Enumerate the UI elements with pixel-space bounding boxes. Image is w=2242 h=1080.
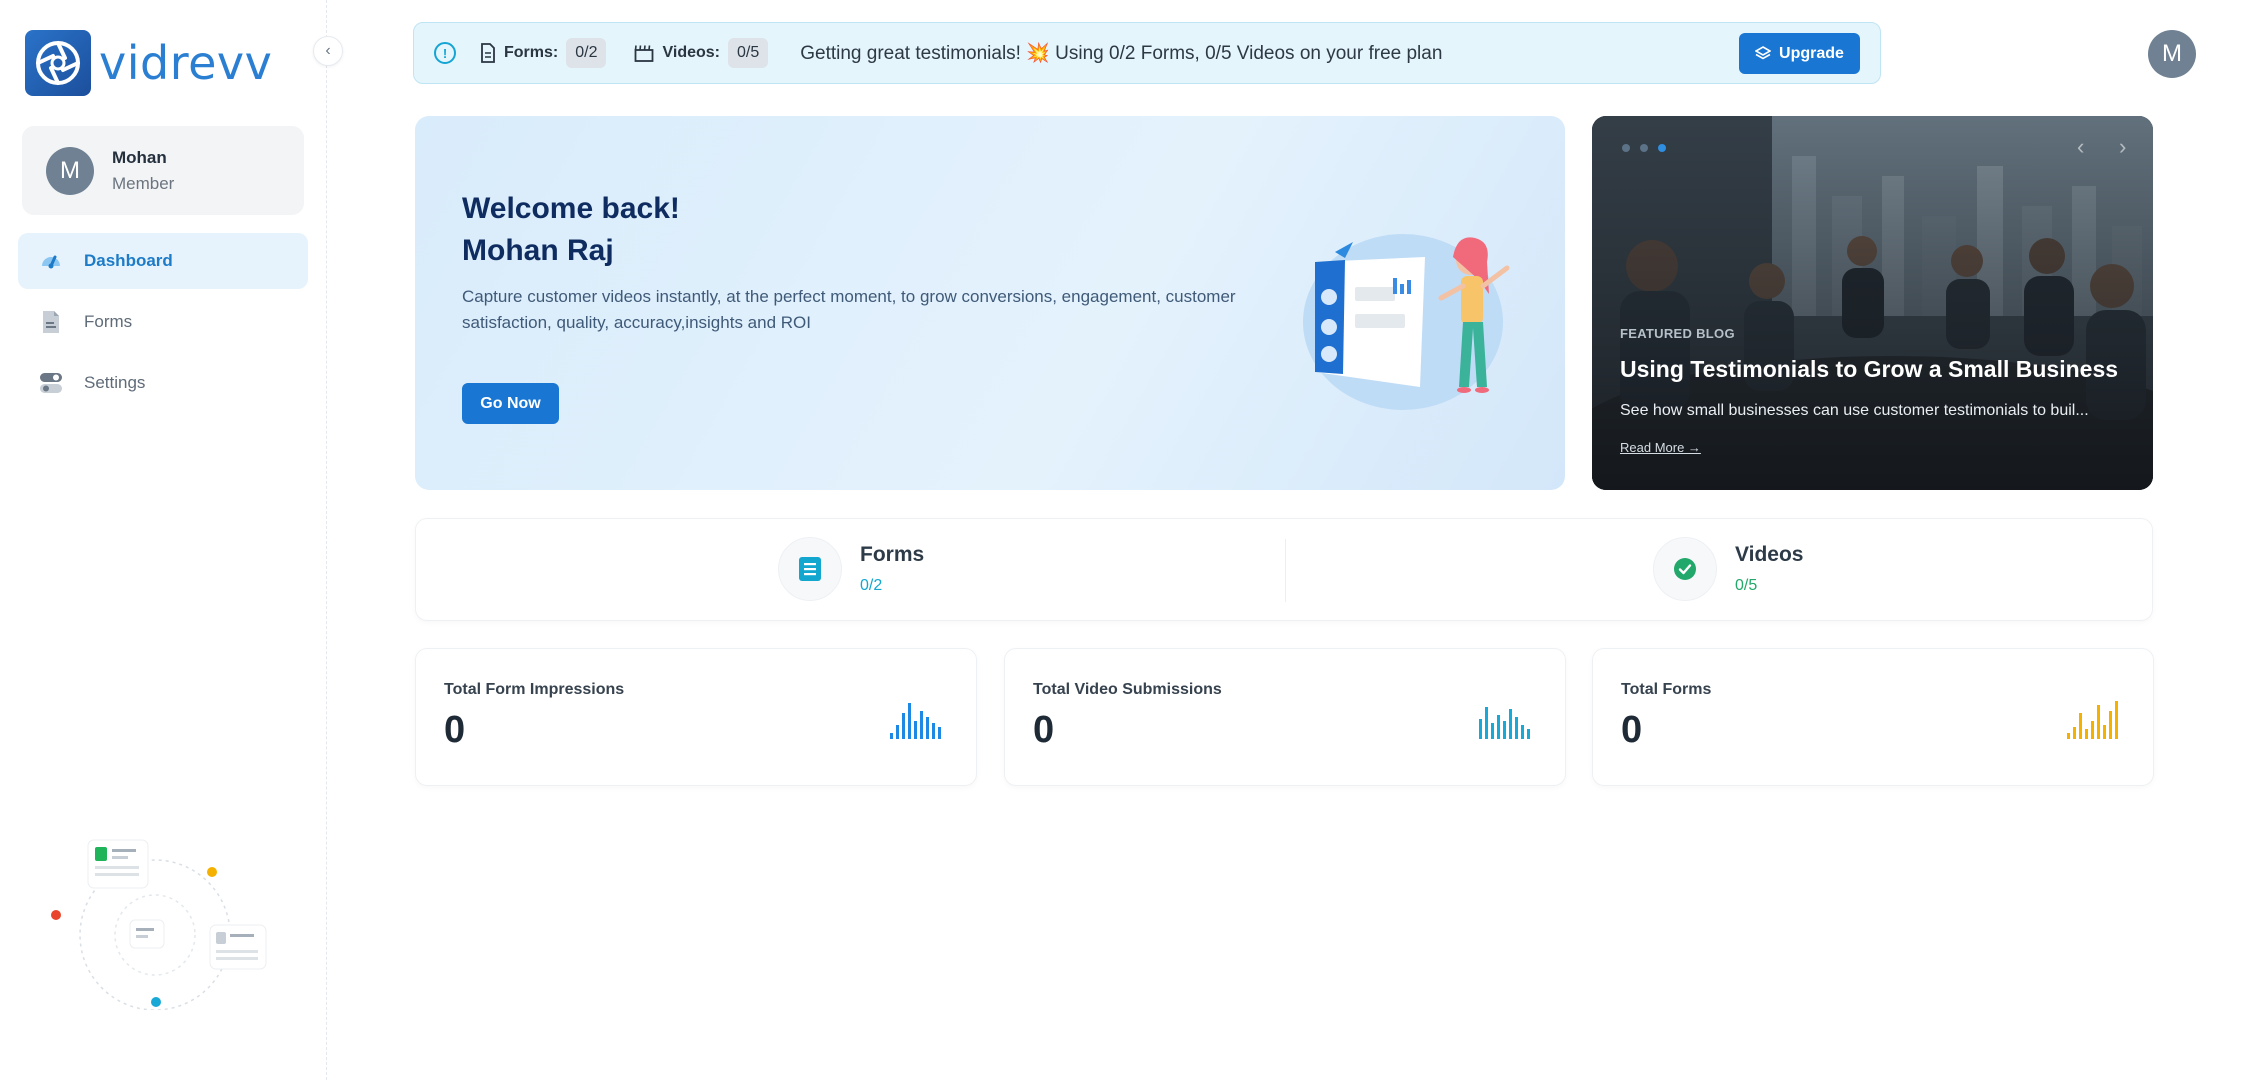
counter-label: Forms <box>860 543 925 566</box>
welcome-card: Welcome back! Mohan Raj Capture customer… <box>415 116 1565 490</box>
stat-label: Total Video Submissions <box>1033 681 1222 698</box>
stat-value: 0 <box>1033 709 1055 751</box>
stat-value: 0 <box>1621 709 1643 751</box>
stat-value: 0 <box>444 709 466 751</box>
user-name: Mohan <box>112 147 167 167</box>
sidebar: vidrevv ‹ M Mohan Member Dashboard Forms… <box>0 0 343 1080</box>
welcome-heading: Welcome back! Mohan Raj <box>462 188 680 272</box>
forms-usage: Forms: 0/2 <box>480 38 607 68</box>
sidebar-item-label: Settings <box>84 373 146 392</box>
carousel-dot[interactable] <box>1640 144 1648 152</box>
document-icon <box>481 43 495 63</box>
sidebar-item-forms[interactable]: Forms <box>18 294 308 350</box>
videos-usage-badge: 0/5 <box>727 38 769 68</box>
stat-card-form-impressions[interactable]: Total Form Impressions 0 <box>415 648 977 786</box>
check-circle-icon <box>1674 558 1696 580</box>
brand-logo[interactable]: vidrevv <box>25 30 272 96</box>
carousel-dots <box>1622 144 1666 152</box>
aperture-logo-icon <box>25 30 91 96</box>
upgrade-button[interactable]: Upgrade <box>1739 33 1860 74</box>
brand-name: vidrevv <box>99 36 273 90</box>
forms-counter-badge <box>778 537 842 601</box>
user-card[interactable]: M Mohan Member <box>22 126 304 215</box>
chevron-left-icon: ‹ <box>325 42 331 59</box>
counter-value: 0/2 <box>860 577 883 594</box>
blog-overlay <box>1592 116 2153 490</box>
plan-usage-banner: ! Forms: 0/2 Videos: 0/5 Getting great t… <box>413 22 1881 84</box>
chevron-right-icon[interactable]: › <box>2119 134 2126 160</box>
plan-message: Getting great testimonials! 💥 Using 0/2 … <box>800 43 1443 64</box>
blog-description: See how small businesses can use custome… <box>1620 402 2089 419</box>
videos-counter-badge <box>1653 537 1717 601</box>
sidebar-item-settings[interactable]: Settings <box>18 355 308 411</box>
bar-chart-icon <box>890 703 941 739</box>
welcome-line: Welcome back! <box>462 192 680 225</box>
usage-counters: Forms 0/2 Videos 0/5 <box>415 518 2153 621</box>
bar-chart-icon <box>1479 707 1530 739</box>
carousel-dot[interactable] <box>1622 144 1630 152</box>
user-role: Member <box>112 173 175 193</box>
videos-usage-label: Videos: <box>662 44 720 61</box>
dashboard-gauge-icon <box>38 248 64 274</box>
avatar: M <box>46 146 94 195</box>
stat-label: Total Forms <box>1621 681 1712 698</box>
forms-usage-badge: 0/2 <box>566 38 607 68</box>
toggle-settings-icon <box>38 370 64 396</box>
sidebar-illustration <box>40 830 280 1011</box>
account-avatar-button[interactable]: M <box>2148 30 2196 78</box>
sidebar-item-label: Dashboard <box>84 251 173 270</box>
videos-counter[interactable]: Videos 0/5 <box>1653 537 1803 601</box>
stat-label: Total Form Impressions <box>444 681 625 698</box>
welcome-user-name: Mohan Raj <box>462 234 614 267</box>
videos-usage: Videos: 0/5 <box>634 38 769 68</box>
counter-value: 0/5 <box>1735 577 1758 594</box>
form-list-icon <box>799 557 821 581</box>
blog-title[interactable]: Using Testimonials to Grow a Small Busin… <box>1620 356 2118 383</box>
layers-icon <box>1755 45 1772 59</box>
clapperboard-icon <box>635 45 654 62</box>
bar-chart-icon <box>2067 701 2118 739</box>
forms-counter[interactable]: Forms 0/2 <box>778 537 924 601</box>
welcome-description: Capture customer videos instantly, at th… <box>462 287 1236 332</box>
forms-usage-label: Forms: <box>504 44 559 61</box>
go-now-button[interactable]: Go Now <box>462 383 559 424</box>
sidebar-item-label: Forms <box>84 312 133 331</box>
document-icon <box>38 309 64 335</box>
chevron-left-icon[interactable]: ‹ <box>2077 134 2084 160</box>
divider <box>1285 539 1286 602</box>
carousel-dot-active[interactable] <box>1658 144 1666 152</box>
sidebar-nav: Dashboard Forms Settings <box>18 233 308 416</box>
sidebar-item-dashboard[interactable]: Dashboard <box>18 233 308 289</box>
upgrade-button-label: Upgrade <box>1779 44 1844 62</box>
info-icon: ! <box>434 42 456 64</box>
featured-blog-carousel[interactable]: ‹ › FEATURED BLOG Using Testimonials to … <box>1592 116 2153 490</box>
stat-card-total-forms[interactable]: Total Forms 0 <box>1592 648 2154 786</box>
blog-tag: FEATURED BLOG <box>1620 326 1735 341</box>
read-more-link[interactable]: Read More → <box>1620 440 1701 455</box>
stat-card-video-submissions[interactable]: Total Video Submissions 0 <box>1004 648 1566 786</box>
collapse-sidebar-button[interactable]: ‹ <box>313 36 343 66</box>
welcome-illustration <box>1275 202 1535 422</box>
counter-label: Videos <box>1735 543 1804 566</box>
